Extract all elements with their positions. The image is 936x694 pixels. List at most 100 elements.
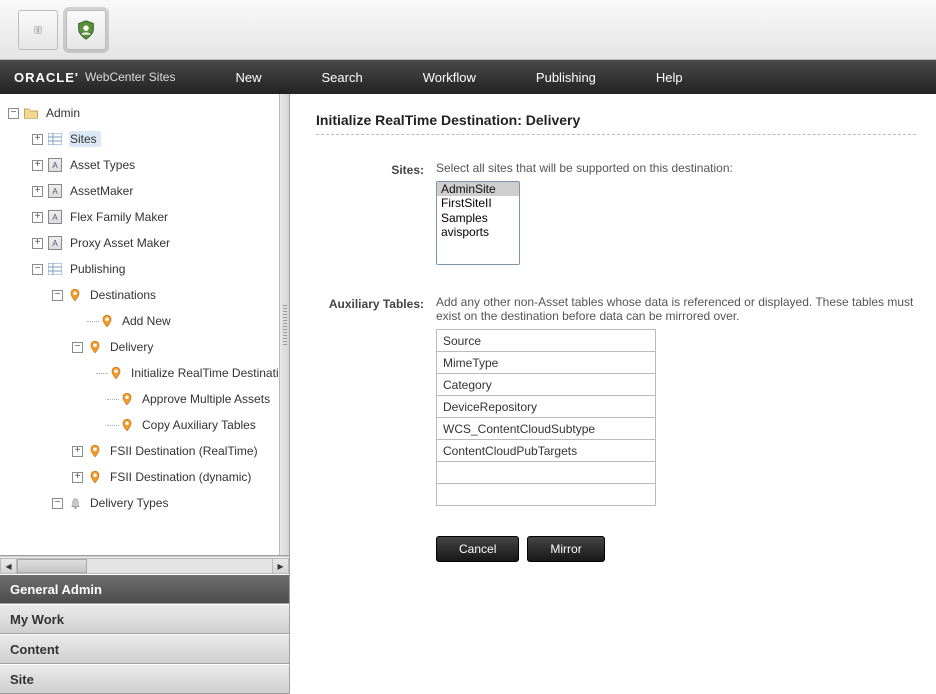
tree-node-admin[interactable]: − Admin [6, 100, 289, 126]
pin-icon [99, 313, 115, 329]
menu-item-help[interactable]: Help [626, 70, 713, 85]
cancel-button[interactable]: Cancel [436, 536, 519, 562]
tree-node[interactable]: Approve Multiple Assets [6, 386, 289, 412]
grid-icon [47, 261, 63, 277]
scroll-right-arrow[interactable]: ▸ [272, 558, 289, 574]
tree-label: Destinations [90, 288, 156, 302]
tree-label: Initialize RealTime Destination [131, 366, 289, 380]
pin-icon [108, 365, 124, 381]
divider [316, 134, 916, 135]
mirror-button[interactable]: Mirror [527, 536, 604, 562]
tree-node[interactable]: − Delivery Types [6, 490, 289, 516]
expand-icon[interactable]: + [32, 238, 43, 249]
menu-bar: ORACLE' WebCenter Sites NewSearchWorkflo… [0, 60, 936, 94]
content-area: Initialize RealTime Destination: Deliver… [290, 94, 936, 694]
grid-icon [47, 131, 63, 147]
site-option[interactable]: FirstSiteII [437, 196, 519, 210]
collapse-icon[interactable]: − [52, 498, 63, 509]
tree-label: Asset Types [70, 158, 135, 172]
folder-icon [23, 105, 39, 121]
tree-label: Sites [70, 132, 97, 146]
tree-label: Delivery [110, 340, 153, 354]
tree-label: Delivery Types [90, 496, 168, 510]
scroll-thumb[interactable] [17, 559, 87, 573]
tree-label: Publishing [70, 262, 125, 276]
sidebar: −Admin+Sites+AAsset Types+AAssetMaker+AF… [0, 94, 290, 694]
tree-label: AssetMaker [70, 184, 133, 198]
expand-icon[interactable]: + [32, 134, 43, 145]
aux-table-input[interactable] [436, 418, 656, 440]
tree-label: Approve Multiple Assets [142, 392, 270, 406]
tree-node[interactable]: Initialize RealTime Destination [6, 360, 289, 386]
accordion-my-work[interactable]: My Work [0, 604, 289, 634]
aux-table-input[interactable] [436, 330, 656, 352]
aux-table-input[interactable] [436, 440, 656, 462]
aux-tables-grid [436, 329, 656, 506]
tree-label: Proxy Asset Maker [70, 236, 170, 250]
accordion-general-admin[interactable]: General Admin [0, 574, 289, 604]
tree-node[interactable]: + Sites [6, 126, 289, 152]
box-a-icon: A [47, 157, 63, 173]
aux-hint: Add any other non-Asset tables whose dat… [436, 295, 916, 323]
aux-table-input[interactable] [436, 352, 656, 374]
bell-icon [67, 495, 83, 511]
site-option[interactable]: AdminSite [437, 182, 519, 196]
aux-table-input[interactable] [436, 374, 656, 396]
tree-label: FSII Destination (dynamic) [110, 470, 251, 484]
tree-node[interactable]: + A AssetMaker [6, 178, 289, 204]
tree-node[interactable]: Copy Auxiliary Tables [6, 412, 289, 438]
brand-product: WebCenter Sites [85, 70, 176, 84]
scroll-track[interactable] [17, 558, 272, 574]
tree-node[interactable]: − Publishing [6, 256, 289, 282]
collapse-icon[interactable]: − [72, 342, 83, 353]
scroll-left-arrow[interactable]: ◂ [0, 558, 17, 574]
splitter[interactable] [279, 94, 289, 555]
box-a-icon: A [47, 183, 63, 199]
menu-item-workflow[interactable]: Workflow [393, 70, 506, 85]
box-a-icon: A [47, 235, 63, 251]
expand-icon[interactable]: + [72, 472, 83, 483]
horizontal-scrollbar[interactable]: ◂ ▸ [0, 556, 289, 574]
tree-node[interactable]: Add New [6, 308, 289, 334]
site-option[interactable]: Samples [437, 211, 519, 225]
menu-item-new[interactable]: New [205, 70, 291, 85]
admin-tree[interactable]: −Admin+Sites+AAsset Types+AAssetMaker+AF… [0, 94, 289, 555]
aux-table-input[interactable] [436, 484, 656, 506]
menu-item-search[interactable]: Search [292, 70, 393, 85]
tree-node[interactable]: +AFlex Family Maker [6, 204, 289, 230]
toolbar-button-1[interactable] [18, 10, 58, 50]
tree-label: FSII Destination (RealTime) [110, 444, 258, 458]
tree-node[interactable]: − Delivery [6, 334, 289, 360]
tree-label: Admin [46, 106, 80, 120]
collapse-icon[interactable]: − [8, 108, 19, 119]
expand-icon[interactable]: + [32, 160, 43, 171]
pin-icon [87, 469, 103, 485]
accordion-content[interactable]: Content [0, 634, 289, 664]
brand-oracle: ORACLE' [14, 70, 79, 85]
accordion-site[interactable]: Site [0, 664, 289, 694]
expand-icon[interactable]: + [32, 186, 43, 197]
top-toolbar [0, 0, 936, 60]
tree-node[interactable]: + FSII Destination (dynamic) [6, 464, 289, 490]
pin-icon [87, 339, 103, 355]
aux-label: Auxiliary Tables: [316, 295, 436, 506]
slider-icon [33, 25, 43, 35]
tree-label: Add New [122, 314, 171, 328]
sites-select[interactable]: AdminSiteFirstSiteIISamplesavisports [436, 181, 520, 265]
menu-item-publishing[interactable]: Publishing [506, 70, 626, 85]
tree-node[interactable]: + A Asset Types [6, 152, 289, 178]
expand-icon[interactable]: + [32, 212, 43, 223]
collapse-icon[interactable]: − [32, 264, 43, 275]
tree-node[interactable]: + FSII Destination (RealTime) [6, 438, 289, 464]
tree-label: Copy Auxiliary Tables [142, 418, 256, 432]
pin-icon [119, 391, 135, 407]
tree-node[interactable]: − Destinations [6, 282, 289, 308]
aux-table-input[interactable] [436, 396, 656, 418]
toolbar-button-2[interactable] [66, 10, 106, 50]
aux-table-input[interactable] [436, 462, 656, 484]
site-option[interactable]: avisports [437, 225, 519, 239]
pin-icon [87, 443, 103, 459]
tree-node[interactable]: + A Proxy Asset Maker [6, 230, 289, 256]
expand-icon[interactable]: + [72, 446, 83, 457]
collapse-icon[interactable]: − [52, 290, 63, 301]
